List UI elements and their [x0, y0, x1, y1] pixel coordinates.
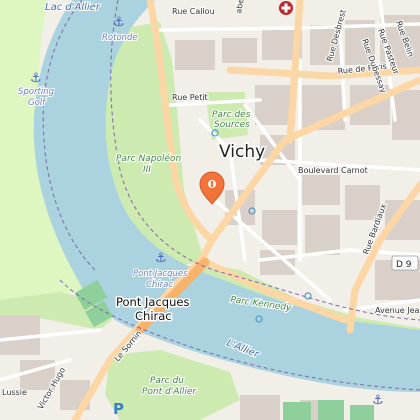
parc-du-pont-label-line1: Parc du — [150, 376, 184, 386]
pont-jacques-chirac-poi-line1: Pont Jacques — [133, 269, 188, 279]
lake-label: Lac d'Allier — [45, 2, 101, 13]
parc-napoleon-label-line1: Parc Napoléon — [116, 153, 181, 164]
rotonde-label: Rotonde — [102, 33, 138, 43]
parking-icon[interactable]: P — [113, 400, 124, 418]
road-shield-label: D 9 — [396, 260, 412, 270]
anchor-icon: ⚓ — [30, 71, 42, 86]
anchor-icon: ⚓ — [155, 251, 167, 266]
sporting-golf-label-line1: Sporting — [18, 87, 55, 97]
bridge-label-line1: Pont Jacques — [116, 295, 189, 309]
avenue-jean-label: Avenue Jean — [375, 306, 420, 315]
rue-petit-label: Rue Petit — [172, 93, 208, 102]
road-shield: D 9 — [391, 255, 419, 271]
pont-jacques-chirac-poi-line2: Chirac — [146, 280, 173, 290]
map-canvas[interactable]: Lac d'Allier L'Allier ⚓ Rotonde ⚓ Sporti… — [0, 0, 420, 420]
parc-des-sources-label-line1: Parc des — [212, 110, 251, 120]
parc-des-sources-label-line2: Sources — [214, 120, 250, 130]
bridge-label-line2: Chirac — [135, 309, 172, 323]
parc-du-pont-label-line2: Pont d'Allier — [142, 387, 197, 397]
city-label: Vichy — [219, 142, 265, 162]
hospital-cross-icon[interactable] — [279, 1, 293, 15]
svg-text:P: P — [113, 400, 124, 418]
map-view[interactable]: Lac d'Allier L'Allier ⚓ Rotonde ⚓ Sporti… — [0, 0, 420, 420]
parc-napoleon-label-line2: III — [143, 165, 151, 175]
anchor-icon: ⚓ — [113, 15, 125, 30]
rue-callou-label: Rue Callou — [172, 7, 215, 16]
lussie-label: Lussie — [2, 388, 27, 397]
sporting-golf-label-line2: Golf — [28, 98, 47, 108]
anchor-icon[interactable]: ⚓ — [372, 393, 384, 408]
boulevard-carnot-label: Boulevard Carnot — [298, 166, 368, 175]
pond — [338, 340, 366, 350]
